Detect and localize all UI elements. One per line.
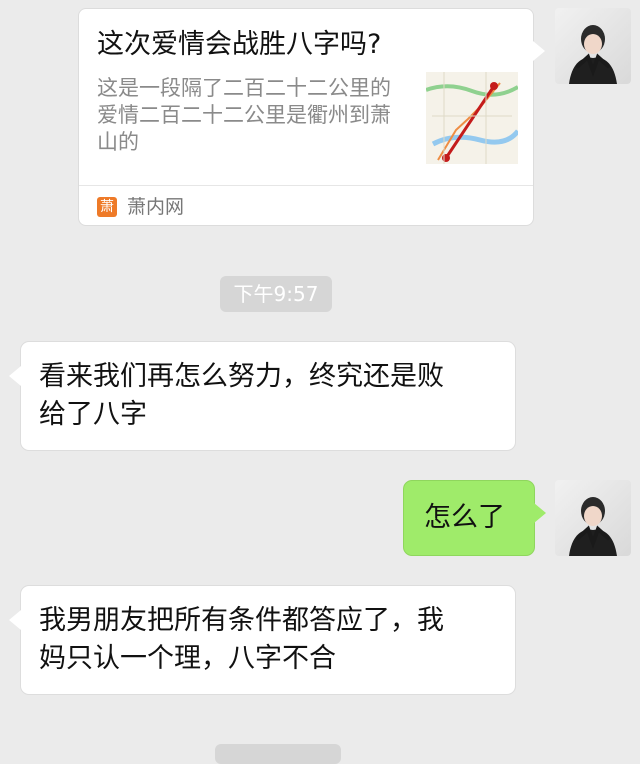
sender-avatar[interactable]: [555, 480, 631, 556]
person-avatar-icon: [569, 25, 617, 84]
message-timestamp: 下午9:57: [220, 276, 332, 312]
article-title: 这次爱情会战胜八字吗?: [97, 29, 382, 60]
message-text: 怎么了: [424, 502, 505, 533]
map-thumbnail: [426, 72, 518, 164]
source-icon: 萧: [97, 197, 117, 217]
message-timestamp-partial: [215, 744, 341, 764]
message-bubble-right[interactable]: 怎么了: [403, 480, 546, 556]
message-bubble-left[interactable]: 看来我们再怎么努力，终究还是败 给了八字: [9, 341, 516, 451]
article-description: 这是一段隔了二百二十二公里的爱情二百二十二公里是衢州到萧山的: [97, 76, 391, 154]
card-divider: [79, 185, 533, 186]
shared-article-card[interactable]: 这次爱情会战胜八字吗? 这是一段隔了二百二十二公里的爱情二百二十二公里是衢州到萧…: [78, 8, 545, 226]
sender-avatar[interactable]: [555, 8, 631, 84]
source-name: 萧内网: [127, 196, 185, 218]
person-avatar-icon: [569, 497, 617, 556]
message-text: 看来我们再怎么努力，终究还是败 给了八字: [39, 361, 444, 430]
message-bubble-left[interactable]: 我男朋友把所有条件都答应了，我 妈只认一个理，八字不合: [9, 585, 516, 695]
message-text: 我男朋友把所有条件都答应了，我 妈只认一个理，八字不合: [39, 605, 444, 674]
